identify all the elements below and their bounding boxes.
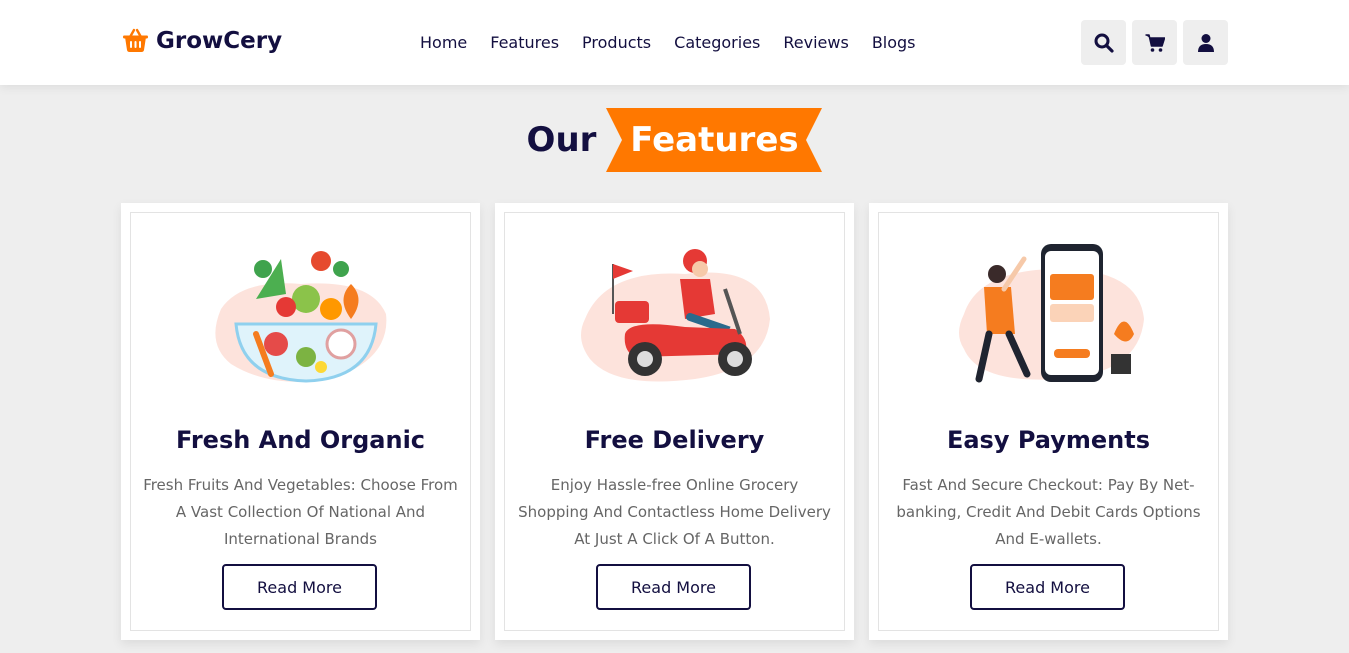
feature-description: Fast And Secure Checkout: Pay By Net-ban… [896,476,1201,548]
feature-description: Fresh Fruits And Vegetables: Choose From… [143,476,458,548]
section-title-highlight: Features [630,120,799,160]
cart-button[interactable] [1132,20,1177,65]
section-title-ribbon: Features [606,108,823,172]
nav-link-products[interactable]: Products [582,31,651,55]
site-header: GrowCery Home Features Products Categori… [0,0,1349,85]
feature-card: Easy Payments Fast And Secure Checkout: … [869,203,1228,640]
header-actions [1081,20,1228,65]
basket-icon [123,28,148,52]
feature-title: Fresh And Organic [175,426,426,454]
read-more-button[interactable]: Read More [596,564,751,610]
feature-card: Free Delivery Enjoy Hassle-free Online G… [495,203,854,640]
feature-title: Easy Payments [946,426,1151,454]
feature-title: Free Delivery [584,426,765,454]
read-more-button[interactable]: Read More [222,564,377,610]
nav-link-blogs[interactable]: Blogs [872,31,916,55]
feature-description: Enjoy Hassle-free Online Grocery Shoppin… [518,476,831,548]
delivery-scooter-illustration [580,249,770,382]
features-list: Fresh And Organic Fresh Fruits And Veget… [121,203,1228,640]
nav-link-reviews[interactable]: Reviews [783,31,848,55]
feature-card: Fresh And Organic Fresh Fruits And Veget… [121,203,480,640]
mobile-payment-illustration [958,244,1144,383]
salad-bowl-illustration [214,251,386,383]
account-button[interactable] [1183,20,1228,65]
search-icon [1094,33,1114,53]
section-title-plain: Our [526,120,597,160]
nav-link-features[interactable]: Features [490,31,559,55]
read-more-button[interactable]: Read More [970,564,1125,610]
cart-icon [1145,33,1165,52]
nav-link-categories[interactable]: Categories [674,31,760,55]
user-icon [1197,33,1214,52]
brand-name: GrowCery [156,27,283,54]
search-button[interactable] [1081,20,1126,65]
main-nav: Home Features Products Categories Review… [420,31,939,55]
brand-logo[interactable]: GrowCery [121,26,282,55]
nav-link-home[interactable]: Home [420,31,467,55]
section-heading: Our Features [0,108,1349,172]
